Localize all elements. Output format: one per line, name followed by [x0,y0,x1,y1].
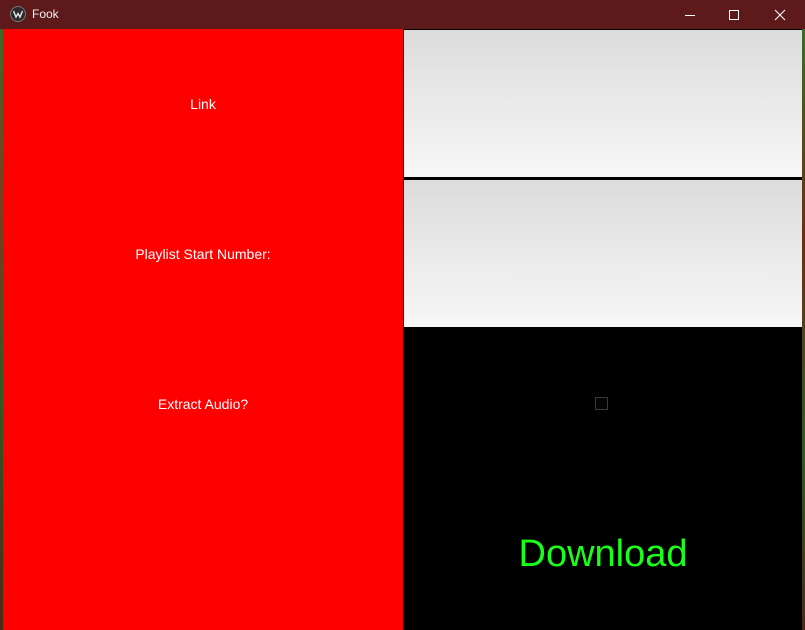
playlist-start-label: Playlist Start Number: [135,246,271,262]
title-bar[interactable]: Fook [0,0,805,29]
extract-audio-label: Extract Audio? [157,396,249,412]
link-input[interactable] [404,30,802,177]
maximize-icon [729,9,739,20]
minimize-button[interactable] [667,0,713,29]
app-client-area: Link Playlist Start Number: Extract Audi… [0,29,805,630]
minimize-icon [685,14,695,16]
extract-audio-cell [404,329,802,479]
close-button[interactable] [757,0,803,29]
kivy-app-icon [10,6,26,22]
window-title: Fook [32,7,59,21]
maximize-button[interactable] [711,0,757,29]
close-icon [774,9,786,20]
label-panel: Link Playlist Start Number: Extract Audi… [3,29,403,630]
link-label: Link [190,96,216,112]
download-button[interactable]: Download [404,479,802,630]
extract-audio-checkbox[interactable] [595,397,608,410]
playlist-start-input[interactable] [404,180,802,327]
